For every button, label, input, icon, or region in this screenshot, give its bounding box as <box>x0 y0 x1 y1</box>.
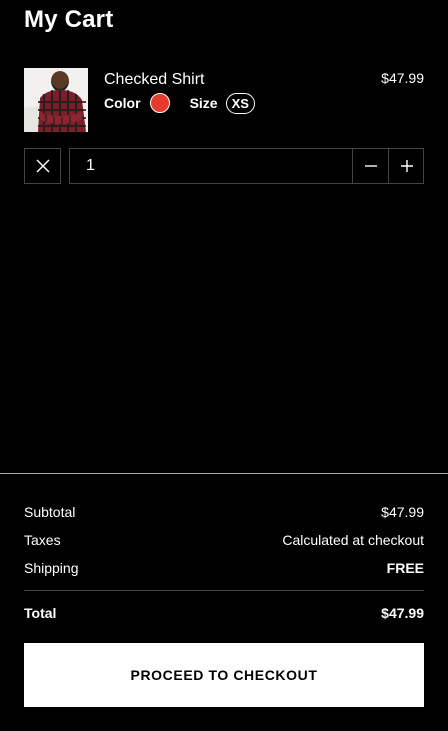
product-options: Color Size XS <box>104 91 255 115</box>
product-name[interactable]: Checked Shirt <box>104 71 205 89</box>
color-label: Color <box>104 95 141 111</box>
taxes-label: Taxes <box>24 532 61 548</box>
increase-quantity-button[interactable] <box>388 148 424 184</box>
decrease-quantity-button[interactable] <box>352 148 388 184</box>
shipping-row: Shipping FREE <box>24 560 424 576</box>
total-row: Total $47.99 <box>24 605 424 621</box>
cart-item: Checked Shirt $47.99 Color Size XS <box>24 68 424 132</box>
subtotal-value: $47.99 <box>381 504 424 520</box>
close-icon <box>36 159 49 173</box>
color-swatch <box>149 93 170 113</box>
minus-icon <box>364 165 377 167</box>
taxes-value: Calculated at checkout <box>282 532 424 548</box>
remove-item-button[interactable] <box>24 148 61 184</box>
quantity-stepper: 1 <box>69 148 424 184</box>
total-label: Total <box>24 605 57 621</box>
shipping-value: FREE <box>386 560 424 576</box>
summary-divider <box>0 473 448 474</box>
plus-icon <box>400 160 413 172</box>
quantity-input[interactable]: 1 <box>86 157 95 175</box>
total-value: $47.99 <box>381 605 424 621</box>
size-label: Size <box>189 95 218 111</box>
product-photo-illustration <box>24 68 88 132</box>
cart-page: My Cart Checked Shirt $47.99 Color Size … <box>0 0 448 731</box>
taxes-row: Taxes Calculated at checkout <box>24 532 424 548</box>
shipping-label: Shipping <box>24 560 79 576</box>
subtotal-label: Subtotal <box>24 504 76 520</box>
subtotal-row: Subtotal $47.99 <box>24 504 424 520</box>
size-badge: XS <box>225 92 255 114</box>
proceed-to-checkout-button[interactable]: PROCEED TO CHECKOUT <box>24 643 424 707</box>
product-image[interactable] <box>24 68 88 132</box>
product-price: $47.99 <box>381 70 424 86</box>
page-title: My Cart <box>24 6 114 33</box>
total-divider <box>24 590 424 591</box>
